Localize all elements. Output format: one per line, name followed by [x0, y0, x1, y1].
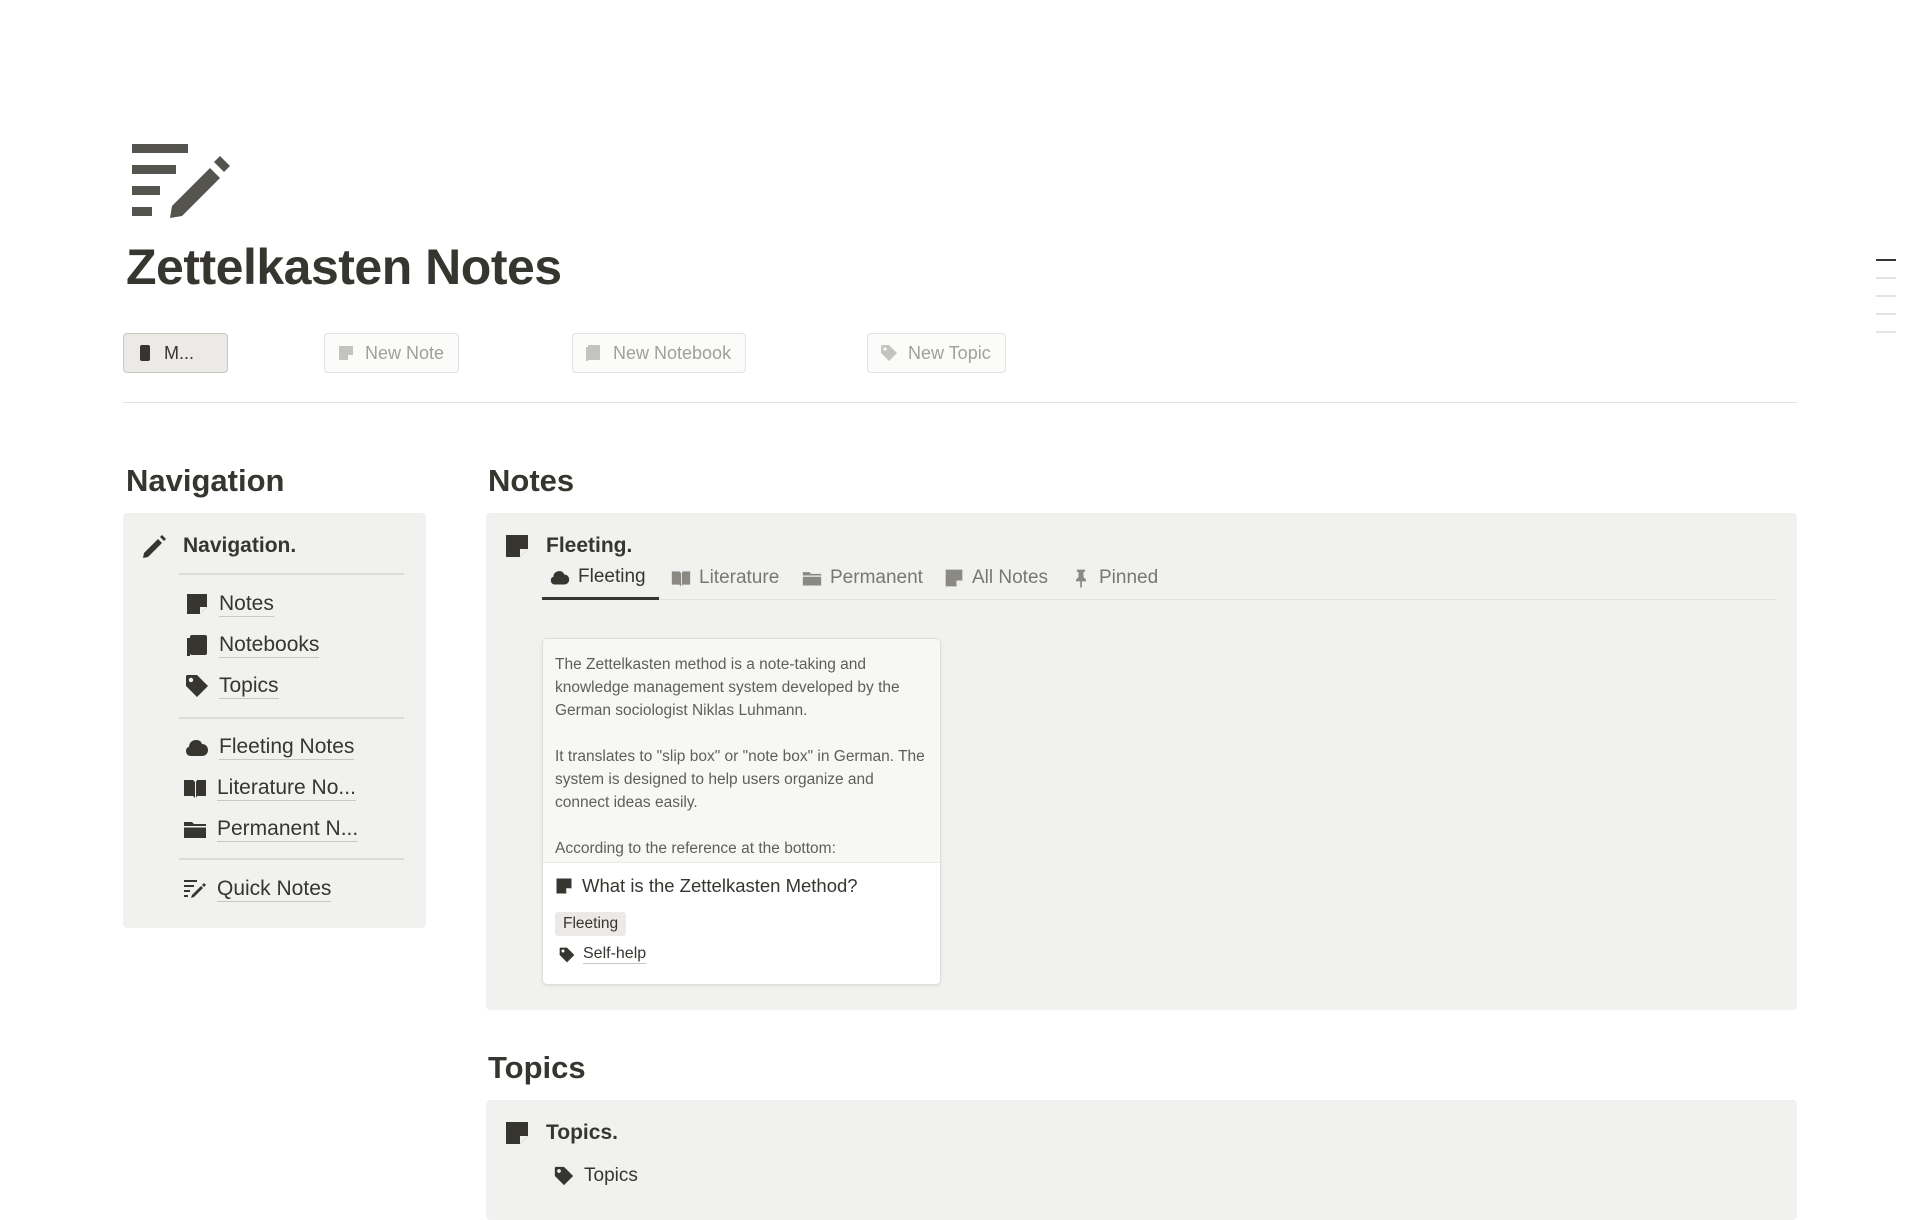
note-icon	[556, 878, 572, 894]
notes-panel-title[interactable]: Fleeting.	[546, 534, 632, 558]
note-icon	[506, 535, 528, 557]
tab-label: All Notes	[972, 567, 1049, 588]
toc-line[interactable]	[1876, 277, 1896, 279]
new-note-button[interactable]: New Note	[324, 333, 460, 373]
folder-icon	[802, 572, 822, 586]
tab-label: Pinned	[1099, 567, 1159, 588]
folder-icon	[184, 822, 206, 839]
toc-line[interactable]	[1876, 313, 1896, 315]
topics-panel-header: Topics.	[504, 1120, 618, 1146]
navigation-panel-header: Navigation.	[141, 533, 296, 559]
sidebar-item-label: Quick Notes	[217, 876, 332, 903]
tab-label: Fleeting	[578, 565, 646, 587]
note-card-preview: The Zettelkasten method is a note-taking…	[543, 639, 940, 863]
topics-panel-title[interactable]: Topics.	[546, 1121, 618, 1145]
book-open-icon	[671, 571, 691, 587]
note-type-badge: Fleeting	[555, 912, 627, 936]
sidebar-item-quick-notes[interactable]: Quick Notes	[183, 876, 332, 903]
sidebar-item-label: Literature No...	[217, 775, 356, 802]
sidebar-item-permanent-notes[interactable]: Permanent N...	[183, 816, 359, 843]
preview-paragraph: According to the reference at the bottom…	[555, 840, 836, 857]
table-of-contents[interactable]	[1876, 259, 1896, 349]
page-title: Zettelkasten Notes	[126, 239, 562, 295]
sidebar-item-literature-notes[interactable]: Literature No...	[183, 775, 356, 802]
tab-all-notes[interactable]: All Notes	[936, 566, 1056, 600]
tag-icon	[554, 1166, 574, 1186]
tab-permanent[interactable]: Permanent	[794, 566, 931, 600]
sidebar-item-label: Notes	[219, 591, 274, 618]
toc-line[interactable]	[1876, 295, 1896, 297]
tab-pinned[interactable]: Pinned	[1063, 566, 1166, 600]
tab-literature[interactable]: Literature	[663, 566, 787, 600]
cloud-icon	[550, 570, 570, 584]
notes-view-tabs: Fleeting Literature Permanent All Notes …	[542, 566, 1776, 600]
topics-view-label: Topics	[584, 1165, 638, 1186]
sidebar-item-label: Notebooks	[219, 632, 320, 659]
new-notebook-label: New Notebook	[613, 342, 732, 363]
navigation-heading: Navigation	[126, 463, 285, 498]
note-topic-label: Self-help	[583, 945, 647, 964]
sidebar-item-topics[interactable]: Topics	[185, 673, 279, 700]
new-note-label: New Note	[365, 342, 445, 363]
nav-divider	[179, 573, 404, 575]
topics-heading: Topics	[488, 1050, 586, 1085]
nav-divider	[179, 858, 404, 860]
note-topic-link[interactable]: Self-help	[559, 945, 647, 964]
tab-label: Literature	[699, 567, 780, 588]
quick-notes-icon	[130, 140, 230, 220]
note-icon	[945, 569, 963, 587]
toc-line[interactable]	[1876, 259, 1896, 261]
divider	[123, 402, 1797, 403]
note-card-title[interactable]: What is the Zettelkasten Method?	[555, 875, 858, 897]
tab-label: Permanent	[830, 567, 923, 588]
notebook-icon	[586, 345, 600, 361]
sidebar-item-label: Topics	[219, 673, 279, 700]
sidebar-item-notebooks[interactable]: Notebooks	[185, 632, 320, 659]
primary-button-label: M...	[164, 342, 194, 363]
sidebar-item-label: Permanent N...	[217, 816, 359, 843]
preview-paragraph: It translates to "slip box" or "note box…	[555, 748, 925, 811]
book-open-icon	[184, 780, 206, 799]
new-topic-button[interactable]: New Topic	[867, 333, 1006, 373]
topics-view-tab[interactable]: Topics	[554, 1165, 638, 1187]
sidebar-item-fleeting-notes[interactable]: Fleeting Notes	[185, 734, 355, 761]
navigation-panel: Navigation. Notes Notebooks Topics Fleet…	[123, 513, 426, 928]
tab-fleeting[interactable]: Fleeting	[542, 566, 659, 600]
navigation-panel-title[interactable]: Navigation.	[183, 534, 296, 558]
new-topic-label: New Topic	[908, 342, 991, 363]
primary-button[interactable]: M...	[123, 333, 228, 373]
note-card-title-text: What is the Zettelkasten Method?	[582, 875, 858, 896]
notes-panel: Fleeting. Fleeting Literature Permanent …	[486, 513, 1797, 1010]
phone-icon	[140, 345, 150, 361]
note-card[interactable]: The Zettelkasten method is a note-taking…	[542, 638, 941, 985]
notes-heading: Notes	[488, 463, 575, 498]
cloud-icon	[186, 740, 208, 757]
sidebar-item-notes[interactable]: Notes	[185, 591, 274, 618]
toc-line[interactable]	[1876, 331, 1896, 333]
pin-icon	[1076, 569, 1086, 588]
sidebar-item-label: Fleeting Notes	[219, 734, 355, 761]
quick-notes-icon	[184, 880, 206, 899]
pencil-icon	[143, 535, 166, 558]
nav-divider	[179, 717, 404, 719]
topics-panel: Topics. Topics	[486, 1100, 1797, 1220]
notebook-icon	[187, 635, 207, 657]
preview-paragraph: The Zettelkasten method is a note-taking…	[555, 656, 900, 719]
note-icon	[506, 1122, 528, 1144]
note-icon	[187, 594, 207, 615]
note-icon	[339, 346, 353, 360]
notes-panel-header: Fleeting.	[504, 533, 632, 559]
tag-icon	[186, 675, 208, 698]
tag-icon	[881, 345, 897, 361]
new-notebook-button[interactable]: New Notebook	[572, 333, 747, 373]
tag-icon	[559, 947, 575, 962]
